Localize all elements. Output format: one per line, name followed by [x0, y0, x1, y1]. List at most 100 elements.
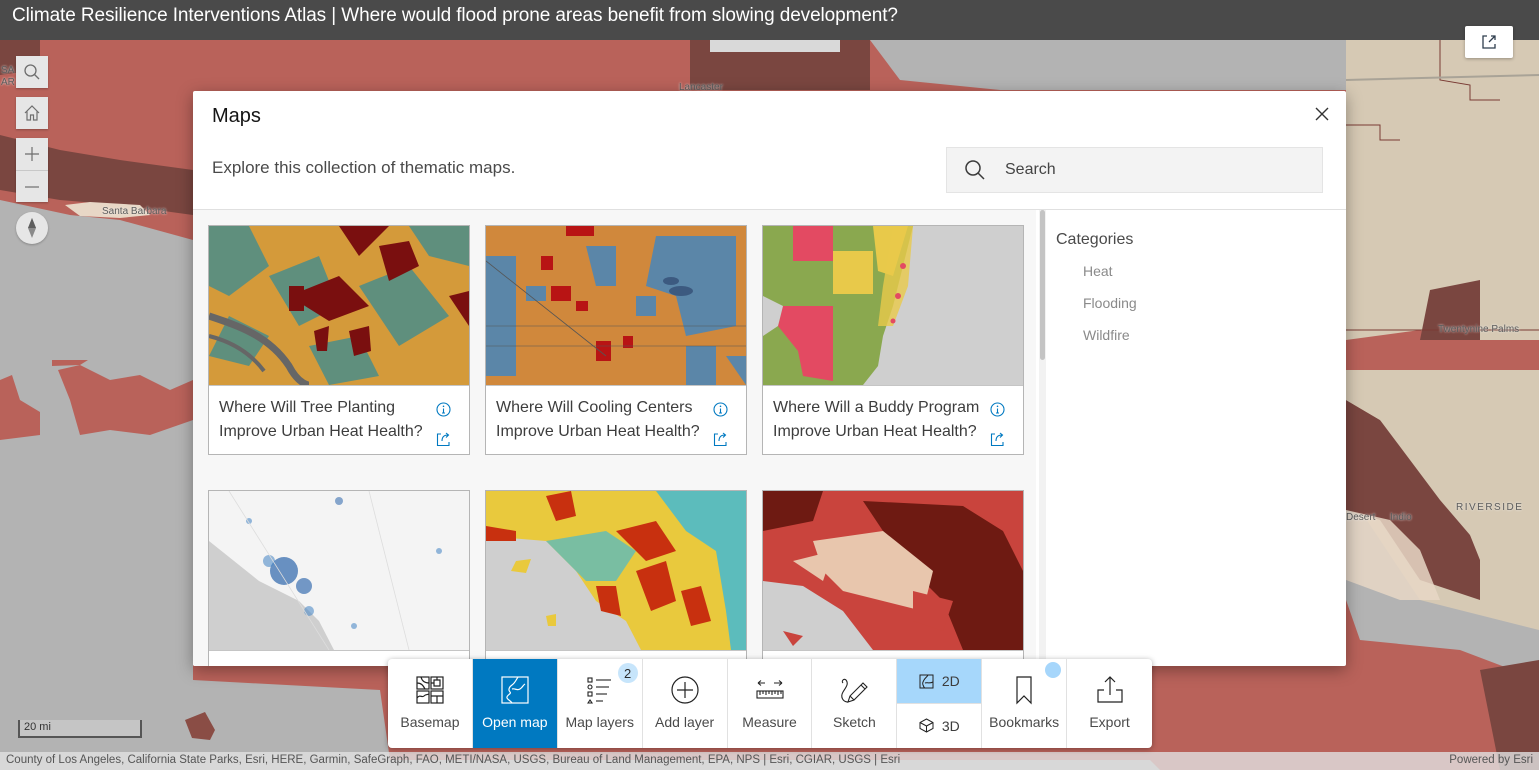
open-map-icon — [500, 675, 530, 705]
external-link-icon — [1482, 35, 1496, 49]
bookmarks-label: Bookmarks — [989, 714, 1060, 730]
bookmark-icon — [1009, 675, 1039, 705]
measure-button[interactable]: Measure — [728, 659, 813, 748]
view-2d-button[interactable]: 2D — [897, 659, 982, 703]
compass-icon — [28, 218, 36, 238]
export-icon — [1095, 675, 1125, 705]
compass-button[interactable] — [16, 212, 48, 244]
categories-title: Categories — [1056, 231, 1134, 248]
close-dialog-button[interactable] — [1312, 104, 1332, 124]
search-input[interactable] — [1005, 161, 1305, 179]
measure-ruler-icon — [755, 675, 785, 705]
sketch-pencil-icon — [839, 675, 869, 705]
view-mode-toggle: 2D 3D — [897, 659, 983, 748]
map-layers-label: Map layers — [565, 714, 634, 730]
dialog-subtitle: Explore this collection of thematic maps… — [212, 158, 516, 177]
launch-icon — [436, 432, 450, 446]
card-title: Where Will a Buddy Program Improve Urban… — [773, 399, 980, 440]
map-2d-icon — [919, 674, 934, 688]
info-icon — [435, 401, 451, 417]
map-label-santa-barbara: Santa Barbara — [102, 206, 167, 217]
map-card[interactable]: Where Will a Buddy Program Improve Urban… — [762, 225, 1024, 455]
add-layer-button[interactable]: Add layer — [643, 659, 728, 748]
info-button[interactable] — [435, 401, 451, 417]
add-circle-icon — [670, 675, 700, 705]
category-wildfire[interactable]: Wildfire — [1083, 325, 1137, 357]
attribution-bar: County of Los Angeles, California State … — [0, 752, 1539, 770]
gallery-scrollbar-thumb[interactable] — [1040, 210, 1045, 360]
zoom-out-button[interactable] — [16, 170, 48, 202]
basemap-label: Basemap — [400, 714, 460, 730]
category-heat[interactable]: Heat — [1083, 261, 1137, 293]
map-card[interactable]: Where Will Cooling Centers Improve Urban… — [485, 225, 747, 455]
launch-external-button[interactable] — [1465, 26, 1513, 58]
map-card[interactable] — [208, 490, 470, 666]
view-3d-label: 3D — [941, 717, 960, 734]
add-layer-label: Add layer — [655, 714, 715, 730]
minus-icon — [25, 185, 39, 188]
search-icon — [24, 64, 40, 80]
launch-icon — [713, 432, 727, 446]
map-card[interactable]: Where Will Tree Planting Improve Urban H… — [208, 225, 470, 455]
category-flooding[interactable]: Flooding — [1083, 293, 1137, 325]
map-search-button[interactable] — [16, 56, 48, 88]
open-in-new-button[interactable] — [989, 431, 1005, 447]
view-3d-button[interactable]: 3D — [897, 703, 982, 747]
card-thumbnail — [763, 491, 1023, 650]
info-button[interactable] — [989, 401, 1005, 417]
map-label-desert: Desert — [1346, 512, 1376, 523]
dialog-title: Maps — [212, 105, 261, 127]
open-map-button[interactable]: Open map — [472, 659, 558, 748]
app-title: Climate Resilience Interventions Atlas |… — [12, 5, 898, 26]
map-label-twentynine-palms: Twentynine Palms — [1438, 324, 1520, 335]
zoom-controls — [16, 138, 48, 202]
map-card[interactable] — [762, 490, 1024, 666]
sketch-label: Sketch — [832, 714, 876, 730]
layers-list-icon — [585, 675, 615, 705]
map-layers-button[interactable]: 2 Map layers — [558, 659, 643, 748]
map-gallery: Where Will Tree Planting Improve Urban H… — [193, 210, 1036, 666]
scale-bar: 20 mi — [18, 720, 142, 738]
open-in-new-button[interactable] — [712, 431, 728, 447]
view-2d-label: 2D — [941, 673, 960, 689]
cube-3d-icon — [919, 718, 934, 733]
map-card[interactable] — [485, 490, 747, 666]
card-thumbnail — [486, 226, 746, 385]
export-button[interactable]: Export — [1067, 659, 1152, 748]
map-search-field[interactable] — [946, 147, 1323, 193]
card-thumbnail — [486, 491, 746, 650]
measure-label: Measure — [742, 714, 797, 730]
info-icon — [989, 401, 1005, 417]
home-icon — [24, 105, 40, 121]
card-body: Where Will Tree Planting Improve Urban H… — [209, 385, 469, 454]
card-body: Where Will Cooling Centers Improve Urban… — [486, 385, 746, 454]
card-thumbnail — [763, 226, 1023, 385]
attribution-text: County of Los Angeles, California State … — [6, 754, 901, 766]
export-label: Export — [1089, 714, 1130, 730]
categories-panel: Categories Heat Flooding Wildfire — [1056, 231, 1137, 357]
bottom-toolbar: Basemap Open map 2 Map layers Add layer … — [388, 659, 1152, 748]
card-thumbnail — [209, 226, 469, 385]
home-button[interactable] — [16, 97, 48, 129]
powered-by-esri[interactable]: Powered by Esri — [1449, 752, 1533, 769]
maps-dialog: Maps Explore this collection of thematic… — [193, 91, 1346, 666]
search-icon — [963, 158, 987, 182]
plus-icon — [25, 147, 39, 161]
basemap-icon — [415, 675, 445, 705]
info-icon — [712, 401, 728, 417]
card-title: Where Will Cooling Centers Improve Urban… — [496, 399, 700, 440]
open-in-new-button[interactable] — [435, 431, 451, 447]
card-title: Where Will Tree Planting Improve Urban H… — [219, 399, 423, 440]
layers-count-badge: 2 — [617, 663, 638, 683]
close-icon — [1315, 107, 1329, 121]
sketch-button[interactable]: Sketch — [812, 659, 898, 748]
info-button[interactable] — [712, 401, 728, 417]
open-map-label: Open map — [482, 714, 548, 730]
bookmarks-button[interactable]: Bookmarks — [982, 659, 1068, 748]
card-body: Where Will a Buddy Program Improve Urban… — [763, 385, 1023, 454]
zoom-in-button[interactable] — [16, 138, 48, 170]
basemap-button[interactable]: Basemap — [388, 659, 473, 748]
launch-icon — [990, 432, 1004, 446]
bookmarks-indicator-dot — [1045, 662, 1062, 678]
card-thumbnail — [209, 491, 469, 650]
